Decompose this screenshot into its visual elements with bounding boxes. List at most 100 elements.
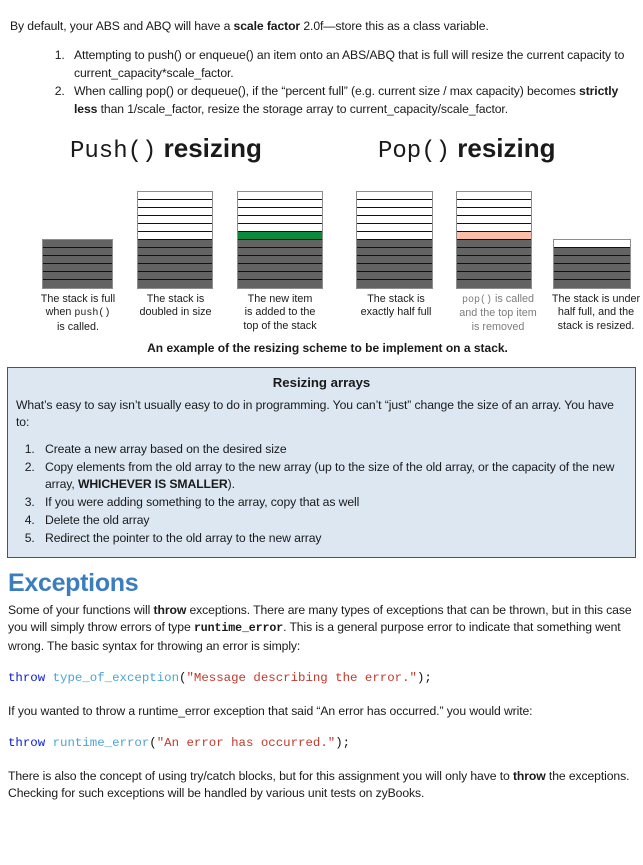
caption-line: exactly half full xyxy=(360,306,432,319)
stack-cell xyxy=(357,199,432,208)
stack-cell xyxy=(457,264,531,273)
code-function: runtime_error xyxy=(52,736,150,751)
stack-cell xyxy=(457,215,531,224)
code-sample-generic: throw type_of_exception("Message describ… xyxy=(8,671,637,685)
step-bold: WHICHEVER IS SMALLER xyxy=(77,477,228,492)
stack-cell xyxy=(238,248,322,257)
exceptions-paragraph-3: There is also the concept of using try/c… xyxy=(8,768,635,803)
rule-text-part1: Attempting to push() or enqueue() an ite… xyxy=(74,47,625,80)
caption-code-token: pop() xyxy=(461,294,492,306)
list-item: Create a new array based on the desired … xyxy=(38,441,627,458)
figure-title-push: Push() resizing xyxy=(70,133,262,165)
stack-cell xyxy=(457,280,531,288)
stack-caption: The stack is full when push() is called. xyxy=(26,293,130,335)
caption-line: pop() is called xyxy=(446,293,550,308)
caption-line: The new item xyxy=(247,292,313,305)
caption-line: stack is resized. xyxy=(557,320,635,333)
resize-rules-list: Attempting to push() or enqueue() an ite… xyxy=(6,47,637,119)
stack-cell xyxy=(138,215,212,224)
stack-cell xyxy=(238,240,322,249)
stack-cell xyxy=(457,199,531,208)
stack-cell xyxy=(43,255,112,265)
para3-bold-throw: throw xyxy=(512,769,546,784)
stack-cell xyxy=(238,256,322,265)
code-keyword: throw xyxy=(8,670,46,685)
list-item: Copy elements from the old array to the … xyxy=(38,459,627,494)
caption-line: is called. xyxy=(56,321,99,334)
para1-bold-throw: throw xyxy=(153,602,187,617)
stack-resized xyxy=(553,238,631,289)
list-item: Delete the old array xyxy=(38,512,627,529)
caption-line: is removed xyxy=(471,321,525,334)
list-item: When calling pop() or dequeue(), if the … xyxy=(68,83,637,118)
stack-cell xyxy=(457,248,531,257)
stack-cell xyxy=(238,231,322,241)
caption-line: The stack is under xyxy=(551,292,641,305)
stack-cell xyxy=(238,207,322,216)
caption-line: top of the stack xyxy=(243,320,317,333)
rule-text-part2: than 1/scale_factor, resize the storage … xyxy=(97,101,508,116)
stack-cell xyxy=(43,264,112,273)
stack-cell xyxy=(357,272,432,281)
stack-doubled xyxy=(137,190,213,289)
stack-cell xyxy=(457,240,531,249)
stack-cell xyxy=(457,223,531,232)
stack-cell xyxy=(43,239,112,248)
caption-line: is added to the xyxy=(244,306,316,319)
stack-cell xyxy=(457,256,531,265)
stack-cell xyxy=(357,240,432,249)
step-text-part1: Create a new array based on the desired … xyxy=(45,442,287,457)
caption-line: half full, and the xyxy=(557,306,635,319)
step-text-part1: If you were adding something to the arra… xyxy=(45,495,360,510)
stack-cell xyxy=(138,264,212,273)
figure-caption: An example of the resizing scheme to be … xyxy=(147,340,508,355)
code-function: type_of_exception xyxy=(52,670,180,685)
intro-bold-term: scale factor xyxy=(233,19,301,34)
stack-cell xyxy=(138,272,212,281)
document-page: By default, your ABS and ABQ will have a… xyxy=(0,12,643,865)
callout-steps-list: Create a new array based on the desired … xyxy=(16,441,627,547)
stack-cell xyxy=(357,191,432,200)
stack-cell xyxy=(238,215,322,224)
callout-body: What’s easy to say isn’t usually easy to… xyxy=(16,397,614,429)
exceptions-paragraph-1: Some of your functions will throw except… xyxy=(8,602,635,655)
intro-text-before: By default, your ABS and ABQ will have a xyxy=(10,19,234,34)
para3-a: There is also the concept of using try/c… xyxy=(8,769,513,784)
stack-cell xyxy=(554,247,630,256)
stack-cell xyxy=(357,215,432,224)
stack-cell xyxy=(238,264,322,273)
stack-caption: The stack is exactly half full xyxy=(346,293,446,321)
resizing-arrays-callout: Resizing arrays What’s easy to say isn’t… xyxy=(7,366,636,558)
stack-cell xyxy=(238,191,322,200)
stack-full xyxy=(42,238,113,289)
para1-mono-runtime-error: runtime_error xyxy=(193,622,284,636)
caption-line: The stack is full xyxy=(40,292,116,305)
stack-cell xyxy=(138,207,212,216)
stack-cell xyxy=(357,231,432,241)
code-close-paren: ); xyxy=(335,736,351,751)
step-text-part1: Redirect the pointer to the old array to… xyxy=(45,530,322,545)
stack-caption: pop() is called and the top item is remove… xyxy=(446,293,550,335)
step-text-part2: ). xyxy=(227,477,235,492)
stack-cell xyxy=(138,240,212,249)
stack-cell xyxy=(357,280,432,288)
stack-item-removed xyxy=(456,190,532,289)
stack-cell xyxy=(554,280,630,288)
stack-cell xyxy=(43,272,112,281)
stack-cell xyxy=(554,239,630,248)
code-close-paren: ); xyxy=(416,670,432,685)
stack-cell xyxy=(138,248,212,257)
rule-text-part1: When calling pop() or dequeue(), if the … xyxy=(74,84,580,99)
stack-cell xyxy=(457,207,531,216)
stack-cell xyxy=(138,256,212,265)
caption-line: when push() xyxy=(26,306,130,321)
stack-cell xyxy=(138,223,212,232)
stack-cell xyxy=(238,223,322,232)
caption-line: and the top item xyxy=(459,307,537,320)
stack-cell xyxy=(357,248,432,257)
stack-cell xyxy=(457,231,531,241)
stack-diagrams xyxy=(6,179,643,289)
code-string: "An error has occurred." xyxy=(156,736,336,751)
list-item: Attempting to push() or enqueue() an ite… xyxy=(68,47,637,82)
stack-cell xyxy=(457,191,531,200)
